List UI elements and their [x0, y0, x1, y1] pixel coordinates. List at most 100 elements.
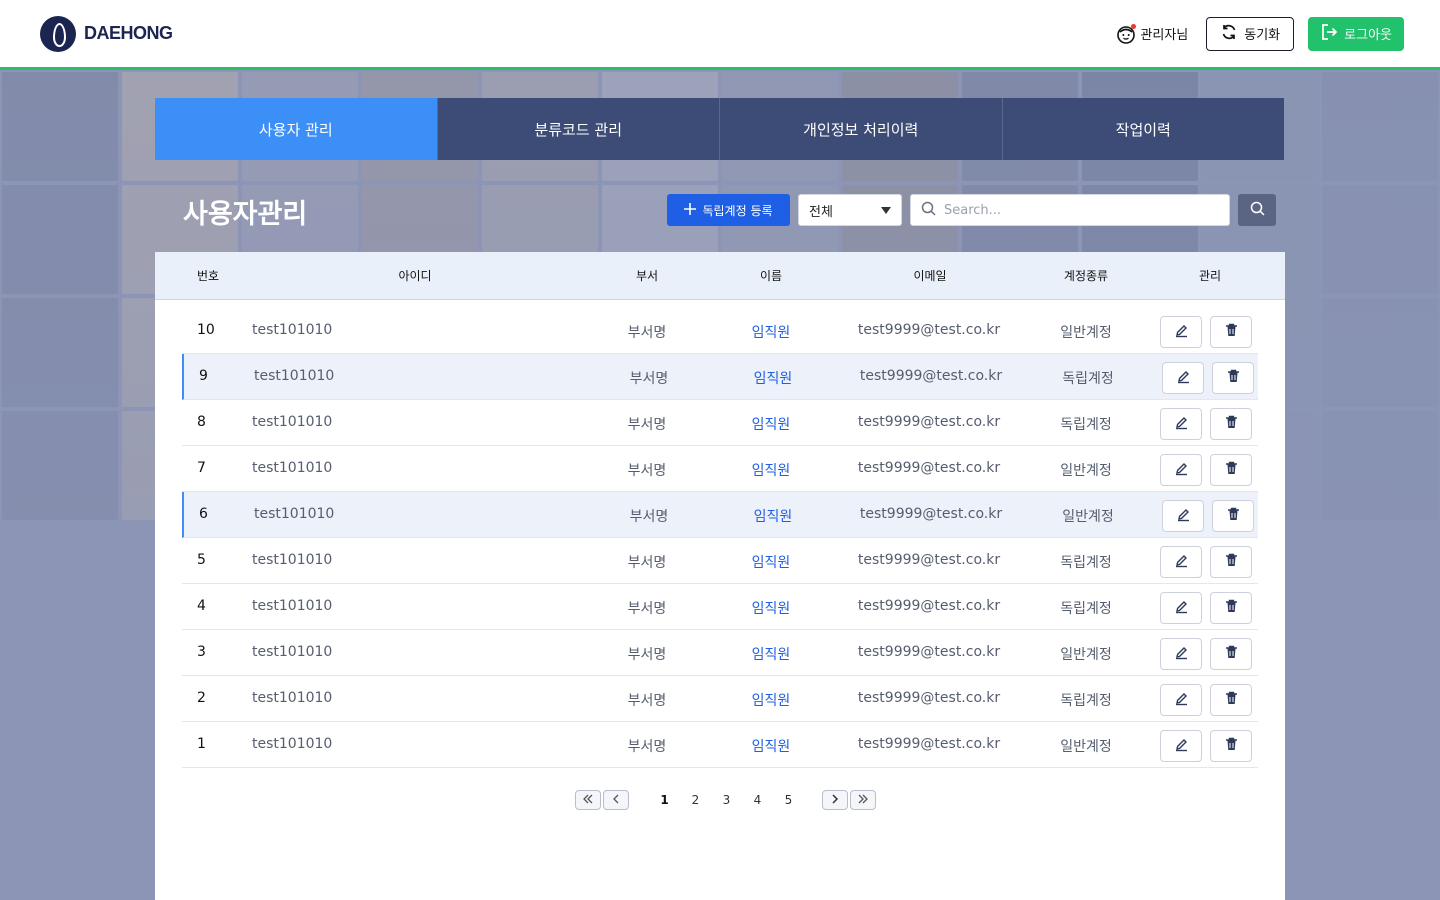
edit-button[interactable]: [1162, 362, 1204, 394]
trash-icon: [1225, 737, 1238, 755]
table-row[interactable]: 4 test101010 부서명 임직원 test9999@test.co.kr 독립계정: [182, 584, 1258, 630]
last-page-button[interactable]: [850, 790, 876, 810]
trash-icon: [1227, 369, 1240, 387]
edit-button[interactable]: [1160, 546, 1202, 578]
logo[interactable]: DAEHONG: [40, 15, 173, 52]
cell-user-id: test101010: [252, 322, 333, 338]
row-actions: [1160, 730, 1252, 762]
cell-email: test9999@test.co.kr: [859, 368, 1003, 384]
page-number[interactable]: 4: [742, 793, 773, 807]
cell-user-id: test101010: [252, 644, 333, 660]
tab-work-history[interactable]: 작업이력: [1001, 98, 1284, 160]
edit-button[interactable]: [1162, 500, 1204, 532]
delete-button[interactable]: [1210, 408, 1252, 440]
cell-name[interactable]: 임직원: [738, 598, 804, 618]
edit-button[interactable]: [1160, 454, 1202, 486]
table-row[interactable]: 5 test101010 부서명 임직원 test9999@test.co.kr 독립계정: [182, 538, 1258, 584]
delete-button[interactable]: [1210, 546, 1252, 578]
page-number[interactable]: 2: [680, 793, 711, 807]
edit-button[interactable]: [1160, 730, 1202, 762]
next-page-button[interactable]: [822, 790, 848, 810]
delete-button[interactable]: [1212, 362, 1254, 394]
cell-user-id: test101010: [252, 690, 333, 706]
table-row[interactable]: 8 test101010 부서명 임직원 test9999@test.co.kr 독립계정: [182, 400, 1258, 446]
edit-button[interactable]: [1160, 408, 1202, 440]
cell-name[interactable]: 임직원: [738, 690, 804, 710]
table-row[interactable]: 7 test101010 부서명 임직원 test9999@test.co.kr 일반계정: [182, 446, 1258, 492]
cell-name[interactable]: 임직원: [738, 414, 804, 434]
trash-icon: [1227, 507, 1240, 525]
prev-page-button[interactable]: [603, 790, 629, 810]
cell-email: test9999@test.co.kr: [857, 414, 1001, 430]
cell-account-type: 독립계정: [1060, 601, 1112, 617]
cell-email: test9999@test.co.kr: [857, 552, 1001, 568]
search-button[interactable]: [1238, 194, 1276, 226]
cell-user-id: test101010: [252, 598, 333, 614]
cell-number: 2: [197, 690, 206, 706]
user-profile[interactable]: 관리자님: [1116, 23, 1189, 44]
cell-email: test9999@test.co.kr: [857, 644, 1001, 660]
table-row[interactable]: 2 test101010 부서명 임직원 test9999@test.co.kr 독립계정: [182, 676, 1258, 722]
pencil-icon: [1174, 323, 1189, 342]
table-body: 10 test101010 부서명 임직원 test9999@test.co.kr 일반계…: [182, 308, 1258, 768]
search-input[interactable]: [944, 202, 1214, 218]
delete-button[interactable]: [1212, 500, 1254, 532]
tab-privacy-history[interactable]: 개인정보 처리이력: [719, 98, 1002, 160]
row-actions: [1160, 684, 1252, 716]
col-header-email: 이메일: [913, 269, 947, 283]
user-table-panel: 번호 아이디 부서 이름 이메일 계정종류 관리 10 test101010 부서명…: [155, 252, 1285, 900]
cell-name[interactable]: 임직원: [738, 644, 804, 664]
cell-department: 부서명: [627, 325, 667, 341]
cell-account-type: 독립계정: [1060, 693, 1112, 709]
tab-category-code-management[interactable]: 분류코드 관리: [436, 98, 719, 160]
cell-name[interactable]: 임직원: [740, 368, 806, 388]
logout-label: 로그아웃: [1344, 28, 1392, 43]
edit-button[interactable]: [1160, 316, 1202, 348]
page-number[interactable]: 5: [773, 793, 804, 807]
delete-button[interactable]: [1210, 592, 1252, 624]
page-number[interactable]: 3: [711, 793, 742, 807]
edit-button[interactable]: [1160, 592, 1202, 624]
edit-button[interactable]: [1160, 684, 1202, 716]
logo-mark-icon: [40, 15, 76, 52]
table-row[interactable]: 3 test101010 부서명 임직원 test9999@test.co.kr 일반계정: [182, 630, 1258, 676]
table-row[interactable]: 1 test101010 부서명 임직원 test9999@test.co.kr 일반계정: [182, 722, 1258, 768]
row-actions: [1160, 638, 1252, 670]
col-header-manage: 관리: [1198, 269, 1222, 283]
logout-button[interactable]: 로그아웃: [1308, 16, 1404, 51]
cell-name[interactable]: 임직원: [738, 322, 804, 342]
table-row[interactable]: 10 test101010 부서명 임직원 test9999@test.co.kr 일반계…: [182, 308, 1258, 354]
pencil-icon: [1174, 599, 1189, 618]
cell-email: test9999@test.co.kr: [857, 736, 1001, 752]
delete-button[interactable]: [1210, 730, 1252, 762]
delete-button[interactable]: [1210, 638, 1252, 670]
table-row[interactable]: 6 test101010 부서명 임직원 test9999@test.co.kr 일반계정: [182, 492, 1258, 538]
trash-icon: [1225, 553, 1238, 571]
pencil-icon: [1174, 415, 1189, 434]
table-row[interactable]: 9 test101010 부서명 임직원 test9999@test.co.kr 독립계정: [182, 354, 1258, 400]
trash-icon: [1225, 691, 1238, 709]
cell-name[interactable]: 임직원: [740, 506, 806, 526]
delete-button[interactable]: [1210, 684, 1252, 716]
cell-user-id: test101010: [254, 506, 335, 522]
cell-name[interactable]: 임직원: [738, 460, 804, 480]
user-label: 관리자님: [1140, 28, 1189, 43]
col-header-name: 이름: [759, 269, 783, 283]
account-type-select[interactable]: 전체: [798, 194, 902, 226]
page-number[interactable]: 1: [649, 793, 680, 807]
register-account-button[interactable]: 독립계정 등록: [667, 194, 790, 226]
cell-name[interactable]: 임직원: [738, 736, 804, 756]
cell-name[interactable]: 임직원: [738, 552, 804, 572]
delete-button[interactable]: [1210, 316, 1252, 348]
delete-button[interactable]: [1210, 454, 1252, 486]
pencil-icon: [1174, 645, 1189, 664]
trash-icon: [1225, 461, 1238, 479]
row-actions: [1160, 454, 1252, 486]
tab-user-management[interactable]: 사용자 관리: [155, 98, 437, 160]
cell-number: 6: [199, 506, 208, 522]
sync-button[interactable]: 동기화: [1206, 16, 1295, 51]
edit-button[interactable]: [1160, 638, 1202, 670]
sync-label: 동기화: [1244, 28, 1281, 43]
trash-icon: [1225, 645, 1238, 663]
first-page-button[interactable]: [575, 790, 601, 810]
